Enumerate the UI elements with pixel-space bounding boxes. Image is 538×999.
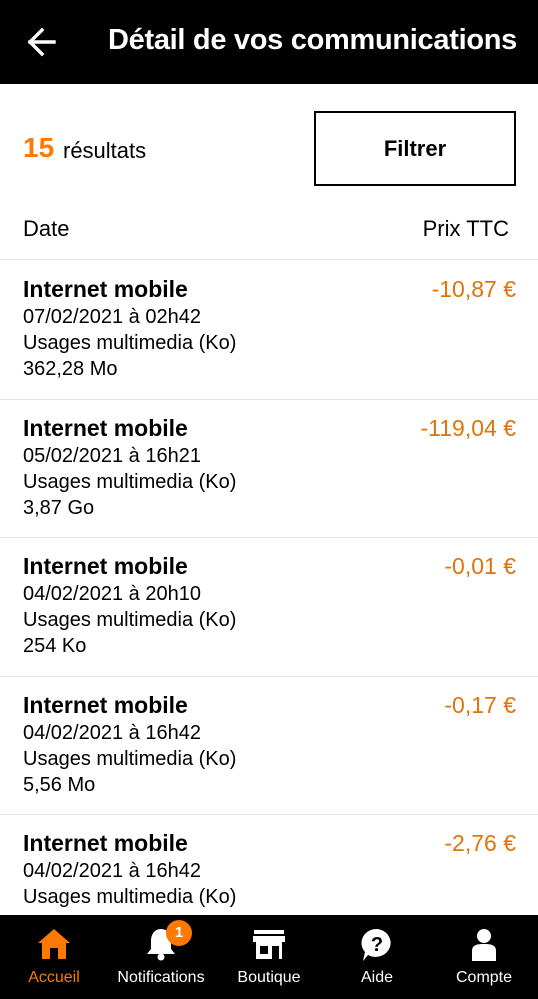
item-datetime: 05/02/2021 à 16h21 [23,444,201,467]
filter-button[interactable]: Filtrer [314,111,516,186]
page-title: Détail de vos communications [108,24,517,56]
notification-badge: 1 [166,920,192,946]
list-item[interactable]: Internet mobile 04/02/2021 à 16h42 Usage… [0,677,538,815]
item-title: Internet mobile [23,691,188,718]
tab-compte[interactable]: Compte [430,915,538,999]
item-volume: 3,87 Go [23,496,95,519]
item-price: -0,01 € [444,553,516,579]
column-price: Prix TTC [422,216,509,241]
tab-notifications[interactable]: 1 Notifications [107,915,215,999]
item-title: Internet mobile [23,414,188,441]
column-headers: Date Prix TTC [0,210,538,260]
tab-label: Boutique [237,969,301,986]
help-icon: ? [361,928,391,961]
home-icon [38,929,70,959]
item-title: Internet mobile [23,553,188,579]
svg-text:?: ? [371,934,383,956]
tab-label: Compte [455,969,513,986]
item-usage: Usages multimedia (Ko) [23,747,237,770]
results-summary: 15 résultats Filtrer [0,84,538,210]
item-usage: Usages multimedia (Ko) [23,332,237,354]
arrow-left-icon[interactable] [26,26,58,58]
item-price: -10,87 € [431,276,516,302]
column-date: Date [23,216,70,241]
results-label: résultats [63,138,147,163]
item-volume: 254 Ko [23,635,87,657]
item-price: -119,04 € [420,414,516,441]
item-datetime: 04/02/2021 à 16h42 [23,721,201,744]
tab-aide[interactable]: ? Aide [323,915,431,999]
shop-icon [253,930,285,959]
item-price: -2,76 € [444,830,516,856]
item-title: Internet mobile [23,276,188,302]
tab-label: Accueil [28,969,80,986]
item-volume: 5,56 Mo [23,773,96,796]
item-usage: Usages multimedia (Ko) [23,470,237,493]
list-item[interactable]: Internet mobile 04/02/2021 à 20h10 Usage… [0,538,538,677]
top-bar: Détail de vos communications [0,0,538,84]
list-item[interactable]: Internet mobile 04/02/2021 à 16h42 Usage… [0,815,538,915]
item-price: -0,17 € [444,691,516,718]
tab-label: Aide [360,969,394,986]
item-title: Internet mobile [23,830,188,856]
list-item[interactable]: Internet mobile 05/02/2021 à 16h21 Usage… [0,400,538,538]
tab-label: Notifications [117,969,205,986]
communications-list[interactable]: Internet mobile 07/02/2021 à 02h42 Usage… [0,261,538,915]
item-datetime: 07/02/2021 à 02h42 [23,306,201,328]
item-usage: Usages multimedia (Ko) [23,886,237,908]
item-usage: Usages multimedia (Ko) [23,609,237,631]
item-volume: 362,28 Mo [23,358,118,380]
user-icon [472,929,496,961]
bottom-tab-bar: Accueil 1 Notifications Boutique ? Aide [0,915,538,999]
list-item[interactable]: Internet mobile 07/02/2021 à 02h42 Usage… [0,261,538,400]
tab-accueil[interactable]: Accueil [0,915,108,999]
item-datetime: 04/02/2021 à 16h42 [23,860,201,882]
tab-boutique[interactable]: Boutique [215,915,323,999]
results-count: 15 [23,132,55,163]
item-datetime: 04/02/2021 à 20h10 [23,583,201,605]
